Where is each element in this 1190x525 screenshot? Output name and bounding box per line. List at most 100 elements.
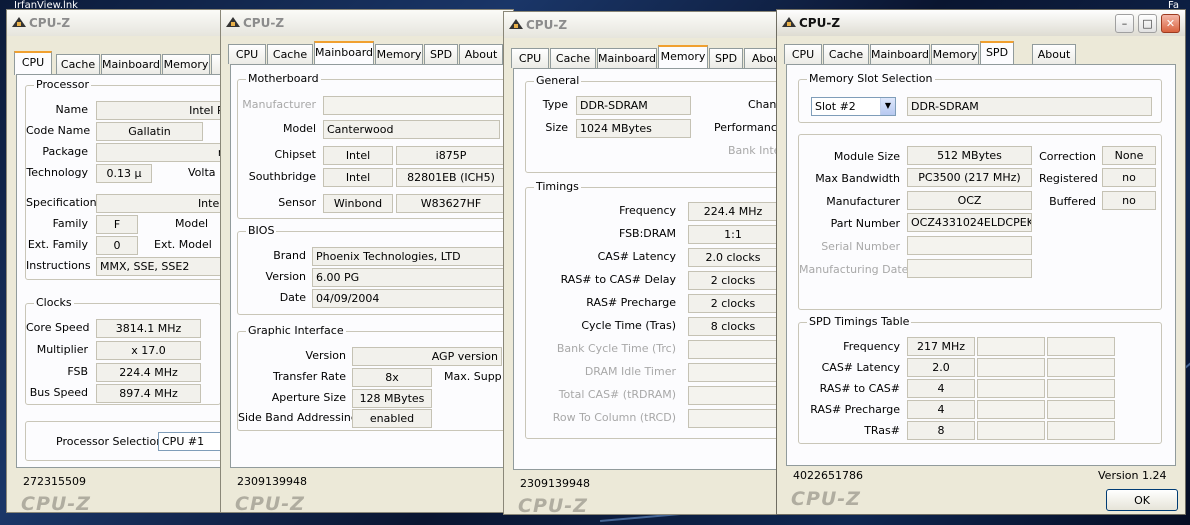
bus-speed-value: 897.4 MHz: [96, 384, 201, 403]
part-number-label: Part Number: [830, 217, 900, 230]
tab-spd[interactable]: SPD: [424, 44, 458, 64]
tab-spd[interactable]: SPD: [709, 48, 743, 68]
cpuz-window-cpu: CPU-Z CPU Cache Mainboard Memory S Proce…: [6, 9, 234, 513]
ext-family-value: 0: [96, 236, 138, 255]
tab-cpu[interactable]: CPU: [14, 51, 52, 75]
group-title: Timings: [534, 180, 581, 193]
title-bar[interactable]: CPU-Z: [504, 12, 787, 38]
tab-about[interactable]: About: [1032, 44, 1076, 64]
spd-row-label: TRas#: [864, 424, 900, 437]
window-title: CPU-Z: [799, 16, 841, 30]
spd-row-value: 4: [907, 379, 975, 398]
spd-row-label: Frequency: [843, 340, 900, 353]
spd-row-extra: [1047, 337, 1115, 356]
sensor-label: Sensor: [278, 196, 316, 209]
tab-cpu[interactable]: CPU: [228, 44, 266, 64]
cpuz-brand-logo: CPU-Z: [518, 495, 588, 515]
spd-row-label: RAS# Precharge: [810, 403, 900, 416]
bank-cycle-time-value: [688, 340, 778, 359]
tab-cache[interactable]: Cache: [550, 48, 596, 68]
southbridge-vendor-value: Intel: [323, 168, 393, 187]
spd-row-extra: [977, 337, 1045, 356]
tab-about[interactable]: About: [459, 44, 503, 64]
group-title: Motherboard: [246, 72, 321, 85]
tab-cache[interactable]: Cache: [823, 44, 869, 64]
name-value: Intel Pentium: [96, 101, 233, 120]
cpuz-brand-logo: CPU-Z: [21, 493, 91, 513]
motherboard-group: Motherboard Manufacturer Model Canterwoo…: [237, 72, 513, 219]
tab-mainboard[interactable]: Mainboard: [597, 48, 657, 68]
tab-mainboard[interactable]: Mainboard: [314, 41, 374, 65]
tab-panel: Memory Slot Selection Slot #2 ▼ DDR-SDRA…: [786, 64, 1176, 466]
size-value: 1024 MBytes: [576, 119, 691, 138]
close-button[interactable]: ✕: [1161, 14, 1180, 33]
core-speed-value: 3814.1 MHz: [96, 319, 201, 338]
spd-row-value: 2.0: [907, 358, 975, 377]
maximize-button[interactable]: □: [1138, 14, 1157, 33]
tab-memory[interactable]: Memory: [375, 44, 423, 64]
bios-date-value: 04/09/2004: [312, 289, 513, 308]
total-cas-label: Total CAS# (tRDRAM): [558, 388, 676, 401]
cas-latency-label: CAS# Latency: [597, 250, 676, 263]
ext-model-label: Ext. Model: [154, 238, 212, 251]
tab-spd[interactable]: SPD: [980, 41, 1014, 65]
window-title: CPU-Z: [243, 16, 285, 30]
serial-number-label: Serial Number: [821, 240, 900, 253]
tab-memory[interactable]: Memory: [931, 44, 979, 64]
frequency-value: 224.4 MHz: [688, 202, 778, 221]
tab-panel: Processor Name Intel Pentium Code Name G…: [16, 74, 233, 468]
minimize-button[interactable]: –: [1115, 14, 1134, 33]
tab-cpu[interactable]: CPU: [511, 48, 549, 68]
slot-memory-type: DDR-SDRAM: [907, 97, 1152, 116]
codename-value: Gallatin: [96, 122, 203, 141]
footer: 4022651786 CPU-Z Version 1.24 OK: [791, 466, 1185, 514]
cpuz-brand-logo: CPU-Z: [235, 493, 305, 513]
tab-memory[interactable]: Memory: [162, 54, 210, 74]
core-speed-label: Core Speed: [26, 321, 90, 334]
max-bandwidth-value: PC3500 (217 MHz): [907, 168, 1032, 187]
cpuz-app-icon: [12, 17, 26, 27]
tab-mainboard[interactable]: Mainboard: [101, 54, 161, 74]
tab-cache[interactable]: Cache: [56, 54, 100, 74]
group-title: BIOS: [246, 224, 277, 237]
spd-row-extra: [1047, 358, 1115, 377]
tab-cpu[interactable]: CPU: [784, 44, 822, 64]
chipset-label: Chipset: [274, 148, 316, 161]
bios-version-label: Version: [265, 270, 306, 283]
multiplier-label: Multiplier: [36, 343, 88, 356]
graphic-interface-group: Graphic Interface Version AGP version Tr…: [237, 324, 513, 431]
combo-value: CPU #1: [162, 435, 205, 448]
family-value: F: [96, 215, 138, 234]
correction-value: None: [1102, 146, 1156, 165]
title-bar[interactable]: CPU-Z: [221, 10, 513, 36]
serial-number-value: [907, 236, 1032, 255]
title-bar[interactable]: CPU-Z: [7, 10, 233, 36]
processor-selection-group: Processor Selection CPU #1: [25, 421, 233, 461]
bank-cycle-time-label: Bank Cycle Time (Trc): [556, 342, 676, 355]
tab-memory[interactable]: Memory: [658, 45, 708, 69]
tab-mainboard[interactable]: Mainboard: [870, 44, 930, 64]
fsb-dram-value: 1:1: [688, 225, 778, 244]
model-value: Canterwood: [323, 120, 500, 139]
bios-version-value: 6.00 PG: [312, 268, 513, 287]
agp-version-label: Version: [305, 349, 346, 362]
dram-idle-timer-value: [688, 363, 778, 382]
specification-label: Specification: [26, 196, 97, 209]
ras-to-cas-value: 2 clocks: [688, 271, 778, 290]
slot-selection-combo[interactable]: Slot #2 ▼: [811, 97, 896, 116]
title-bar[interactable]: CPU-Z – □ ✕: [777, 10, 1185, 36]
type-value: DDR-SDRAM: [576, 96, 691, 115]
ras-precharge-value: 2 clocks: [688, 294, 778, 313]
ok-button[interactable]: OK: [1106, 489, 1178, 511]
spd-row-extra: [977, 421, 1045, 440]
tab-cache[interactable]: Cache: [267, 44, 313, 64]
chevron-down-icon[interactable]: ▼: [880, 98, 895, 115]
cpuz-app-icon: [782, 17, 796, 27]
package-value: mPGA-4: [96, 143, 233, 162]
instructions-label: Instructions: [26, 259, 91, 272]
max-bandwidth-label: Max Bandwidth: [815, 172, 900, 185]
frequency-label: Frequency: [619, 204, 676, 217]
spd-row-label: CAS# Latency: [821, 361, 900, 374]
tab-panel: General Type DDR-SDRAM Channe Size 1024 …: [513, 68, 787, 470]
clocks-group: Clocks Core Speed 3814.1 MHz Multiplier …: [25, 296, 221, 405]
